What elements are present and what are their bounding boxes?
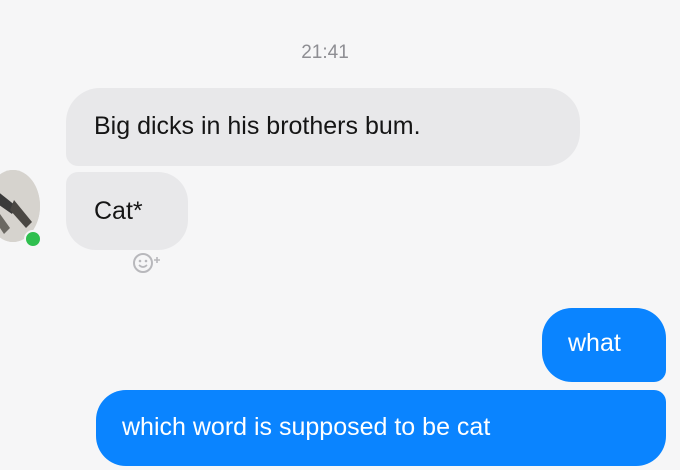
- online-status-dot: [24, 230, 42, 248]
- add-reaction-icon[interactable]: [130, 250, 164, 276]
- outgoing-message-bubble[interactable]: which word is supposed to be cat: [96, 390, 666, 466]
- message-timestamp: 21:41: [301, 42, 349, 63]
- chat-thread: 21:41 Big dicks in his brothers bum. Cat…: [0, 0, 680, 470]
- outgoing-message-bubble[interactable]: what: [542, 308, 666, 382]
- incoming-message-bubble[interactable]: Cat*: [66, 172, 188, 250]
- incoming-message-bubble[interactable]: Big dicks in his brothers bum.: [66, 88, 580, 166]
